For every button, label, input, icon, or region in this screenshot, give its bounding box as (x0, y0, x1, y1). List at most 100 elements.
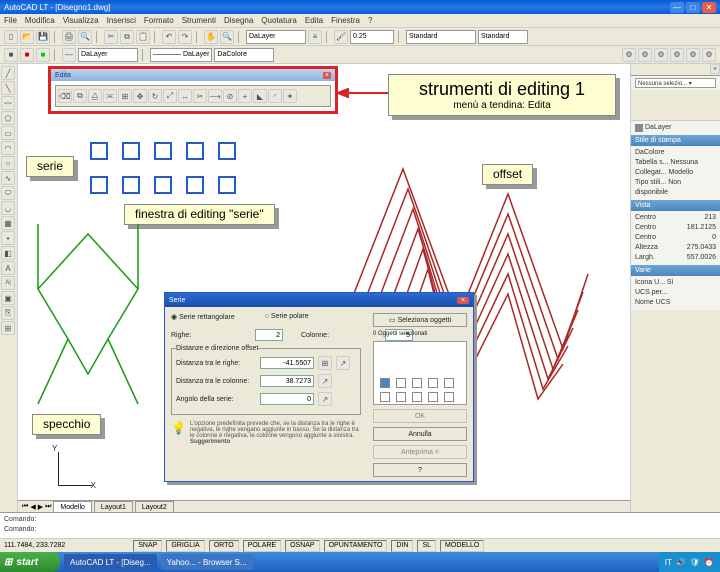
insert-icon[interactable]: ⎘ (1, 306, 15, 320)
mirror-icon[interactable]: ⧋ (88, 89, 102, 103)
menu-quotatura[interactable]: Quotatura (261, 16, 297, 25)
help-button[interactable]: ? (373, 463, 467, 477)
row-dist-input[interactable] (260, 357, 314, 369)
command-line[interactable]: Comando: Comando: (0, 512, 720, 538)
menu-finestra[interactable]: Finestra (331, 16, 360, 25)
task-browser[interactable]: Yahoo... - Browser S... (161, 554, 253, 570)
zoom-icon[interactable]: 🔍 (220, 30, 234, 44)
stretch-icon[interactable]: ↔ (178, 89, 192, 103)
arc-icon[interactable]: ◠ (1, 141, 15, 155)
point-icon[interactable]: • (1, 231, 15, 245)
tray-icon[interactable]: ⏰ (704, 558, 714, 567)
lw-toggle[interactable]: SL (417, 540, 436, 552)
view-section-head[interactable]: Vista (631, 200, 720, 211)
menu-formato[interactable]: Formato (144, 16, 174, 25)
select-objects-button[interactable]: ▭Seleziona oggetti (373, 313, 467, 327)
edita-toolbar-title[interactable]: Edita × (51, 69, 335, 81)
menu-disegna[interactable]: Disegna (224, 16, 253, 25)
extend-icon[interactable]: ⟶ (208, 89, 222, 103)
linetype2-combo[interactable]: ———— DaLayer (150, 48, 212, 62)
table-icon[interactable]: ⊞ (1, 321, 15, 335)
tool6-icon[interactable]: ⚙ (702, 48, 716, 62)
polygon-icon[interactable]: ⬠ (1, 111, 15, 125)
linetype-icon[interactable]: — (62, 48, 76, 62)
polyline-icon[interactable]: 〰 (1, 96, 15, 110)
menu-help[interactable]: ? (368, 16, 372, 25)
menu-file[interactable]: File (4, 16, 17, 25)
line-icon[interactable]: ╱ (1, 66, 15, 80)
minimize-button[interactable]: — (670, 2, 684, 13)
scale-icon[interactable]: ⤢ (163, 89, 177, 103)
tool4-icon[interactable]: ⚙ (670, 48, 684, 62)
trim-icon[interactable]: ✂ (193, 89, 207, 103)
offset-icon[interactable]: ⫘ (103, 89, 117, 103)
color-combo[interactable]: DaColore (214, 48, 274, 62)
new-icon[interactable]: ▯ (4, 30, 18, 44)
linetype-combo[interactable]: DaLayer (78, 48, 138, 62)
menu-inserisci[interactable]: Inserisci (107, 16, 136, 25)
lineweight-combo[interactable]: 0.25 (350, 30, 394, 44)
layer-combo[interactable]: DaLayer (246, 30, 306, 44)
undo-icon[interactable]: ↶ (162, 30, 176, 44)
menu-modifica[interactable]: Modifica (25, 16, 55, 25)
textstyle-combo[interactable]: Standard (478, 30, 528, 44)
tray-lang[interactable]: IT (665, 558, 672, 567)
dimstyle-combo[interactable]: Standard (406, 30, 476, 44)
help-icon[interactable]: × (457, 297, 469, 304)
panel-close-icon[interactable]: × (710, 64, 720, 74)
hatch-icon[interactable]: ▦ (1, 216, 15, 230)
pick-angle-icon[interactable]: ↗ (318, 392, 332, 406)
dialog-titlebar[interactable]: Serie × (165, 293, 473, 307)
polar-toggle[interactable]: POLARE (243, 540, 281, 552)
ellipse-icon[interactable]: ⬭ (1, 186, 15, 200)
pan-icon[interactable]: ✋ (204, 30, 218, 44)
tray-icon[interactable]: 🛡 (690, 558, 700, 567)
layer-tool-icon[interactable]: ≡ (308, 30, 322, 44)
radio-rectangular[interactable]: ◉ Serie rettangolare (171, 313, 235, 321)
angle-input[interactable] (260, 393, 314, 405)
cut-icon[interactable]: ✂ (104, 30, 118, 44)
tab-nav-first-icon[interactable]: ⏮ (22, 503, 28, 511)
copy-icon[interactable]: ⧉ (120, 30, 134, 44)
color-swatch-icon[interactable]: ■ (20, 48, 34, 62)
preview-button[interactable]: Anteprima < (373, 445, 467, 459)
task-autocad[interactable]: AutoCAD LT - [Diseg... (64, 554, 157, 570)
open-icon[interactable]: 📂 (20, 30, 34, 44)
preview-icon[interactable]: 🔍 (78, 30, 92, 44)
maximize-button[interactable]: □ (686, 2, 700, 13)
menu-edita[interactable]: Edita (305, 16, 323, 25)
spline-icon[interactable]: ∿ (1, 171, 15, 185)
style-section-head[interactable]: Stile di stampa (631, 135, 720, 146)
grid-toggle[interactable]: GRIGLIA (166, 540, 204, 552)
region-icon[interactable]: ◧ (1, 246, 15, 260)
model-toggle[interactable]: MODELLO (440, 540, 484, 552)
pick-col-icon[interactable]: ↗ (318, 374, 332, 388)
tab-model[interactable]: Modello (53, 501, 92, 512)
fillet-icon[interactable]: ◜ (268, 89, 282, 103)
xline-icon[interactable]: ╲ (1, 81, 15, 95)
ellipse-arc-icon[interactable]: ◡ (1, 201, 15, 215)
close-icon[interactable]: × (323, 72, 331, 79)
start-button[interactable]: ⊞ start (0, 552, 60, 572)
matchprop-icon[interactable]: 🖌 (334, 30, 348, 44)
tool2-icon[interactable]: ⚙ (638, 48, 652, 62)
explode-icon[interactable]: ✶ (283, 89, 297, 103)
dyn-toggle[interactable]: DIN (391, 540, 413, 552)
col-dist-input[interactable] (260, 375, 314, 387)
paste-icon[interactable]: 📋 (136, 30, 150, 44)
rotate-icon[interactable]: ↻ (148, 89, 162, 103)
menu-visualizza[interactable]: Visualizza (63, 16, 99, 25)
join-icon[interactable]: + (238, 89, 252, 103)
array-icon[interactable]: ⊞ (118, 89, 132, 103)
tab-layout2[interactable]: Layout2 (135, 501, 174, 512)
print-icon[interactable]: 🖨 (62, 30, 76, 44)
tab-layout1[interactable]: Layout1 (94, 501, 133, 512)
color-swatch-icon[interactable]: ■ (36, 48, 50, 62)
move-icon[interactable]: ✥ (133, 89, 147, 103)
break-icon[interactable]: ⊘ (223, 89, 237, 103)
copy-obj-icon[interactable]: ⧉ (73, 89, 87, 103)
ok-button[interactable]: OK (373, 409, 467, 423)
tool5-icon[interactable]: ⚙ (686, 48, 700, 62)
circle-icon[interactable]: ○ (1, 156, 15, 170)
tool3-icon[interactable]: ⚙ (654, 48, 668, 62)
